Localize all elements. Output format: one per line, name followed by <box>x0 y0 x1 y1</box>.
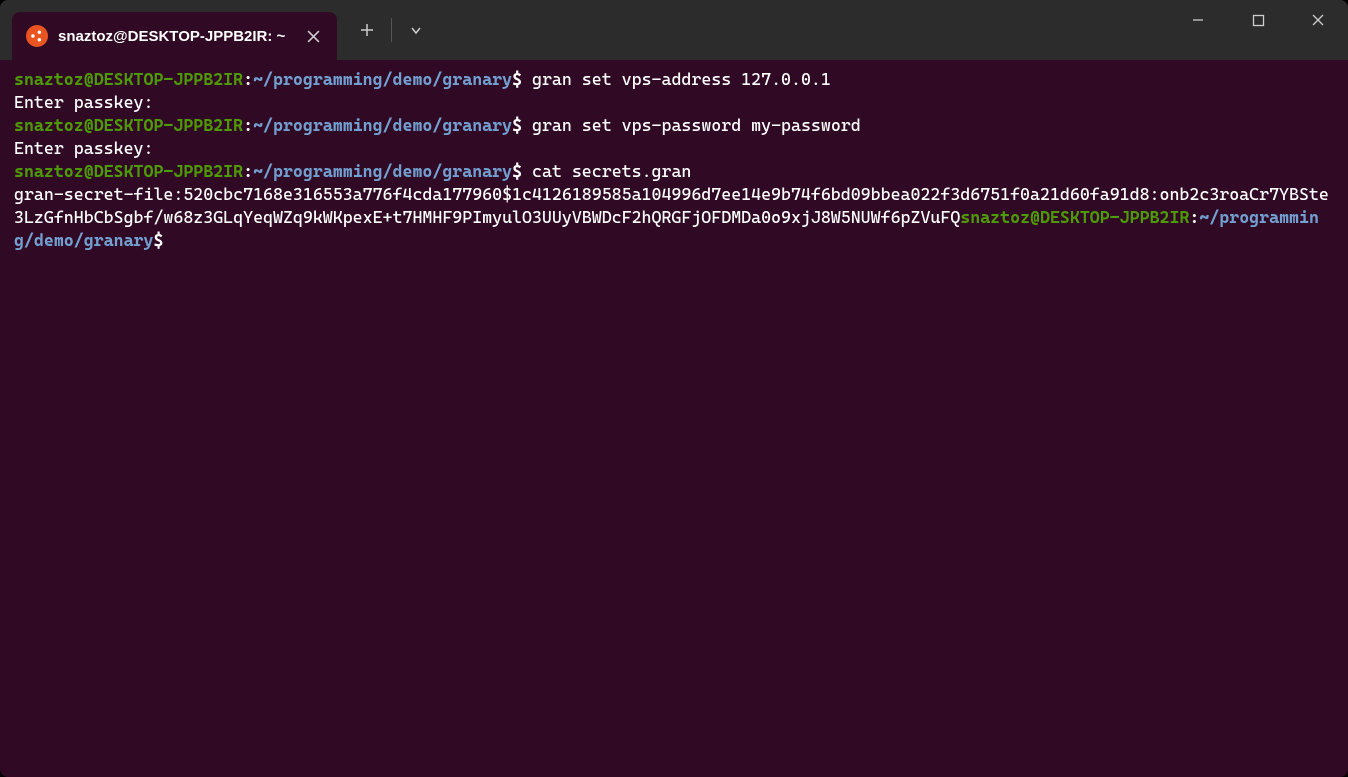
prompt-colon: : <box>243 161 253 181</box>
terminal-tab[interactable]: snaztoz@DESKTOP-JPPB2IR: ~ <box>12 12 337 60</box>
prompt-path: ~/programming/demo/granary <box>253 69 512 89</box>
output-1: Enter passkey: <box>14 92 153 112</box>
command-2: gran set vps-password my-password <box>532 115 861 135</box>
terminal-window: snaztoz@DESKTOP-JPPB2IR: ~ <box>0 0 1348 777</box>
minimize-button[interactable] <box>1168 0 1228 40</box>
window-controls <box>1168 0 1348 40</box>
prompt-path: ~/programming/demo/granary <box>253 161 512 181</box>
prompt-symbol: $ <box>153 230 163 250</box>
command-3: cat secrets.gran <box>532 161 691 181</box>
prompt-colon: : <box>243 69 253 89</box>
tab-close-button[interactable] <box>303 26 323 46</box>
new-tab-button[interactable] <box>345 10 389 50</box>
prompt-colon: : <box>1189 207 1199 227</box>
terminal-body[interactable]: snaztoz@DESKTOP-JPPB2IR:~/programming/de… <box>0 60 1348 777</box>
tab-dropdown-button[interactable] <box>394 10 438 50</box>
maximize-button[interactable] <box>1228 0 1288 40</box>
prompt-user: snaztoz@DESKTOP-JPPB2IR <box>14 161 243 181</box>
prompt-symbol: $ <box>512 69 522 89</box>
divider <box>391 18 392 42</box>
titlebar-actions <box>345 10 438 50</box>
close-button[interactable] <box>1288 0 1348 40</box>
output-2: Enter passkey: <box>14 138 153 158</box>
prompt-user: snaztoz@DESKTOP-JPPB2IR <box>14 115 243 135</box>
ubuntu-icon <box>26 25 48 47</box>
command-1: gran set vps-address 127.0.0.1 <box>532 69 831 89</box>
prompt-symbol: $ <box>512 115 522 135</box>
prompt-user: snaztoz@DESKTOP-JPPB2IR <box>960 207 1189 227</box>
tab-title: snaztoz@DESKTOP-JPPB2IR: ~ <box>58 28 285 45</box>
prompt-symbol: $ <box>512 161 522 181</box>
prompt-path: ~/programming/demo/granary <box>253 115 512 135</box>
prompt-user: snaztoz@DESKTOP-JPPB2IR <box>14 69 243 89</box>
titlebar: snaztoz@DESKTOP-JPPB2IR: ~ <box>0 0 1348 60</box>
prompt-colon: : <box>243 115 253 135</box>
